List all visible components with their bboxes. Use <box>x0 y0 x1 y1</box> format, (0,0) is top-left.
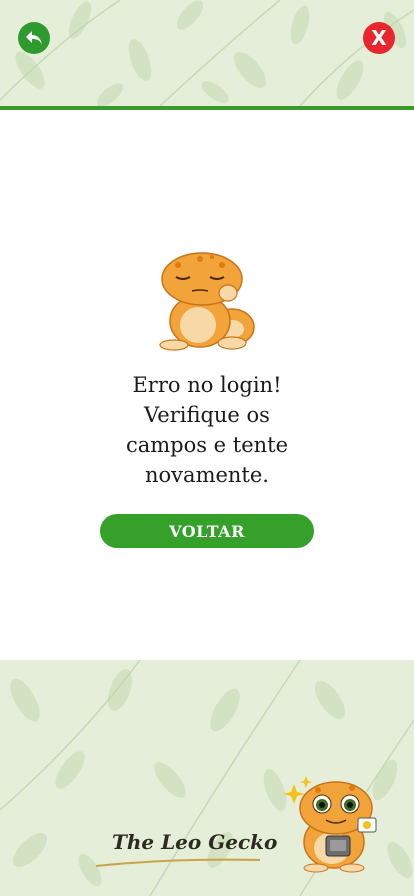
close-x-icon: X <box>371 26 387 50</box>
error-message-line: Erro no login! <box>132 373 282 397</box>
brand-underline <box>95 858 261 867</box>
leaf-pattern <box>0 0 414 106</box>
close-button[interactable]: X <box>363 22 395 54</box>
error-message-line: campos e tente <box>125 433 289 457</box>
happy-gecko-illustration <box>283 776 377 873</box>
error-message-line: Verifique os <box>144 403 270 427</box>
top-banner <box>0 0 414 106</box>
voltar-button[interactable]: VOLTAR <box>100 514 314 548</box>
back-button[interactable] <box>18 22 50 54</box>
brand-logo: The Leo Gecko <box>92 826 277 874</box>
sad-gecko-illustration <box>159 252 255 351</box>
back-arrow-icon <box>26 31 42 45</box>
error-message-line: novamente. <box>145 463 269 487</box>
error-message: Erro no login! Verifique os campos e ten… <box>107 370 307 490</box>
brand-name: The Leo Gecko <box>112 830 278 854</box>
header-divider <box>0 106 414 110</box>
